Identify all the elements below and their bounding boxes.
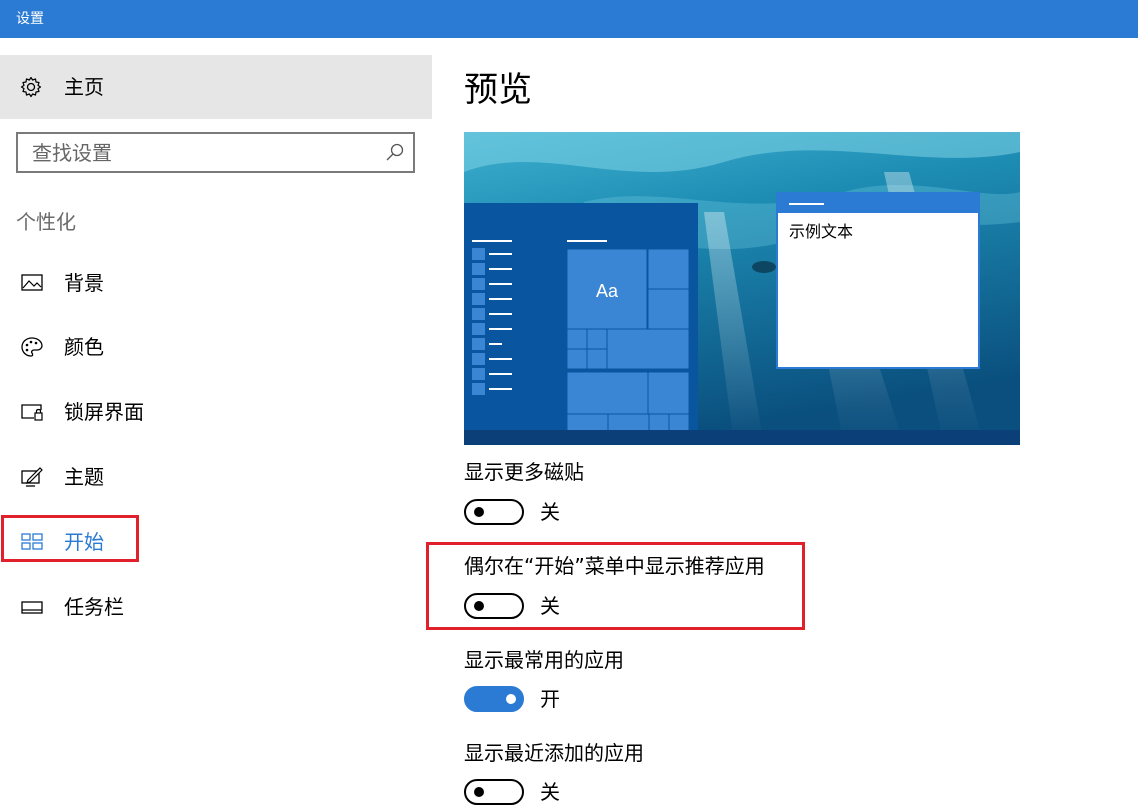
sidebar-item-lock-screen[interactable]: 锁屏界面 [0,387,432,437]
lock-screen-icon [21,404,43,421]
search-box [16,132,415,173]
show-recently-added-label: 显示最近添加的应用 [464,741,644,765]
page-title: 预览 [464,70,532,110]
tile-sample-text: Aa [596,281,619,301]
section-heading: 个性化 [16,210,76,234]
highlight-box-start [1,515,139,562]
sidebar-item-label: 锁屏界面 [64,400,144,424]
show-most-used-state: 开 [540,687,560,711]
toggle-knob [474,507,484,517]
show-most-used-label: 显示最常用的应用 [464,648,624,672]
sidebar-item-label: 主题 [64,465,104,489]
toggle-knob [474,787,484,797]
show-recently-added-toggle[interactable] [464,779,524,805]
show-most-used-toggle[interactable] [464,686,524,712]
home-label: 主页 [64,75,104,99]
search-icon[interactable] [385,142,405,162]
toggle-knob [506,694,516,704]
gear-icon [20,76,42,98]
window-sample-text: 示例文本 [789,222,853,241]
show-more-tiles-label: 显示更多磁贴 [464,460,584,484]
show-recently-added-state: 关 [540,780,560,804]
sidebar-item-colors[interactable]: 颜色 [0,322,432,372]
sidebar-item-label: 任务栏 [64,595,124,619]
sidebar-item-taskbar[interactable]: 任务栏 [0,582,432,632]
sidebar-item-background[interactable]: 背景 [0,258,432,308]
sidebar: 主页 个性化 背景 颜色 锁屏界面 [0,38,432,800]
sidebar-item-label: 背景 [64,271,104,295]
show-more-tiles-state: 关 [540,500,560,524]
main-content: 预览 Aa 示例文本 显示更多磁贴 关 偶尔在“开始”菜单中显示推荐应用 关 显… [464,38,1138,805]
home-button[interactable]: 主页 [0,55,432,119]
highlight-box-suggestions [426,542,805,630]
theme-icon [21,467,43,487]
sidebar-item-themes[interactable]: 主题 [0,452,432,502]
start-preview: Aa 示例文本 [464,132,1020,445]
window-title: 设置 [0,0,1138,38]
palette-icon [21,337,43,357]
search-input[interactable] [18,134,378,171]
show-more-tiles-toggle[interactable] [464,499,524,525]
image-icon [21,274,43,291]
sidebar-item-label: 颜色 [64,335,104,359]
taskbar-icon [21,601,43,614]
